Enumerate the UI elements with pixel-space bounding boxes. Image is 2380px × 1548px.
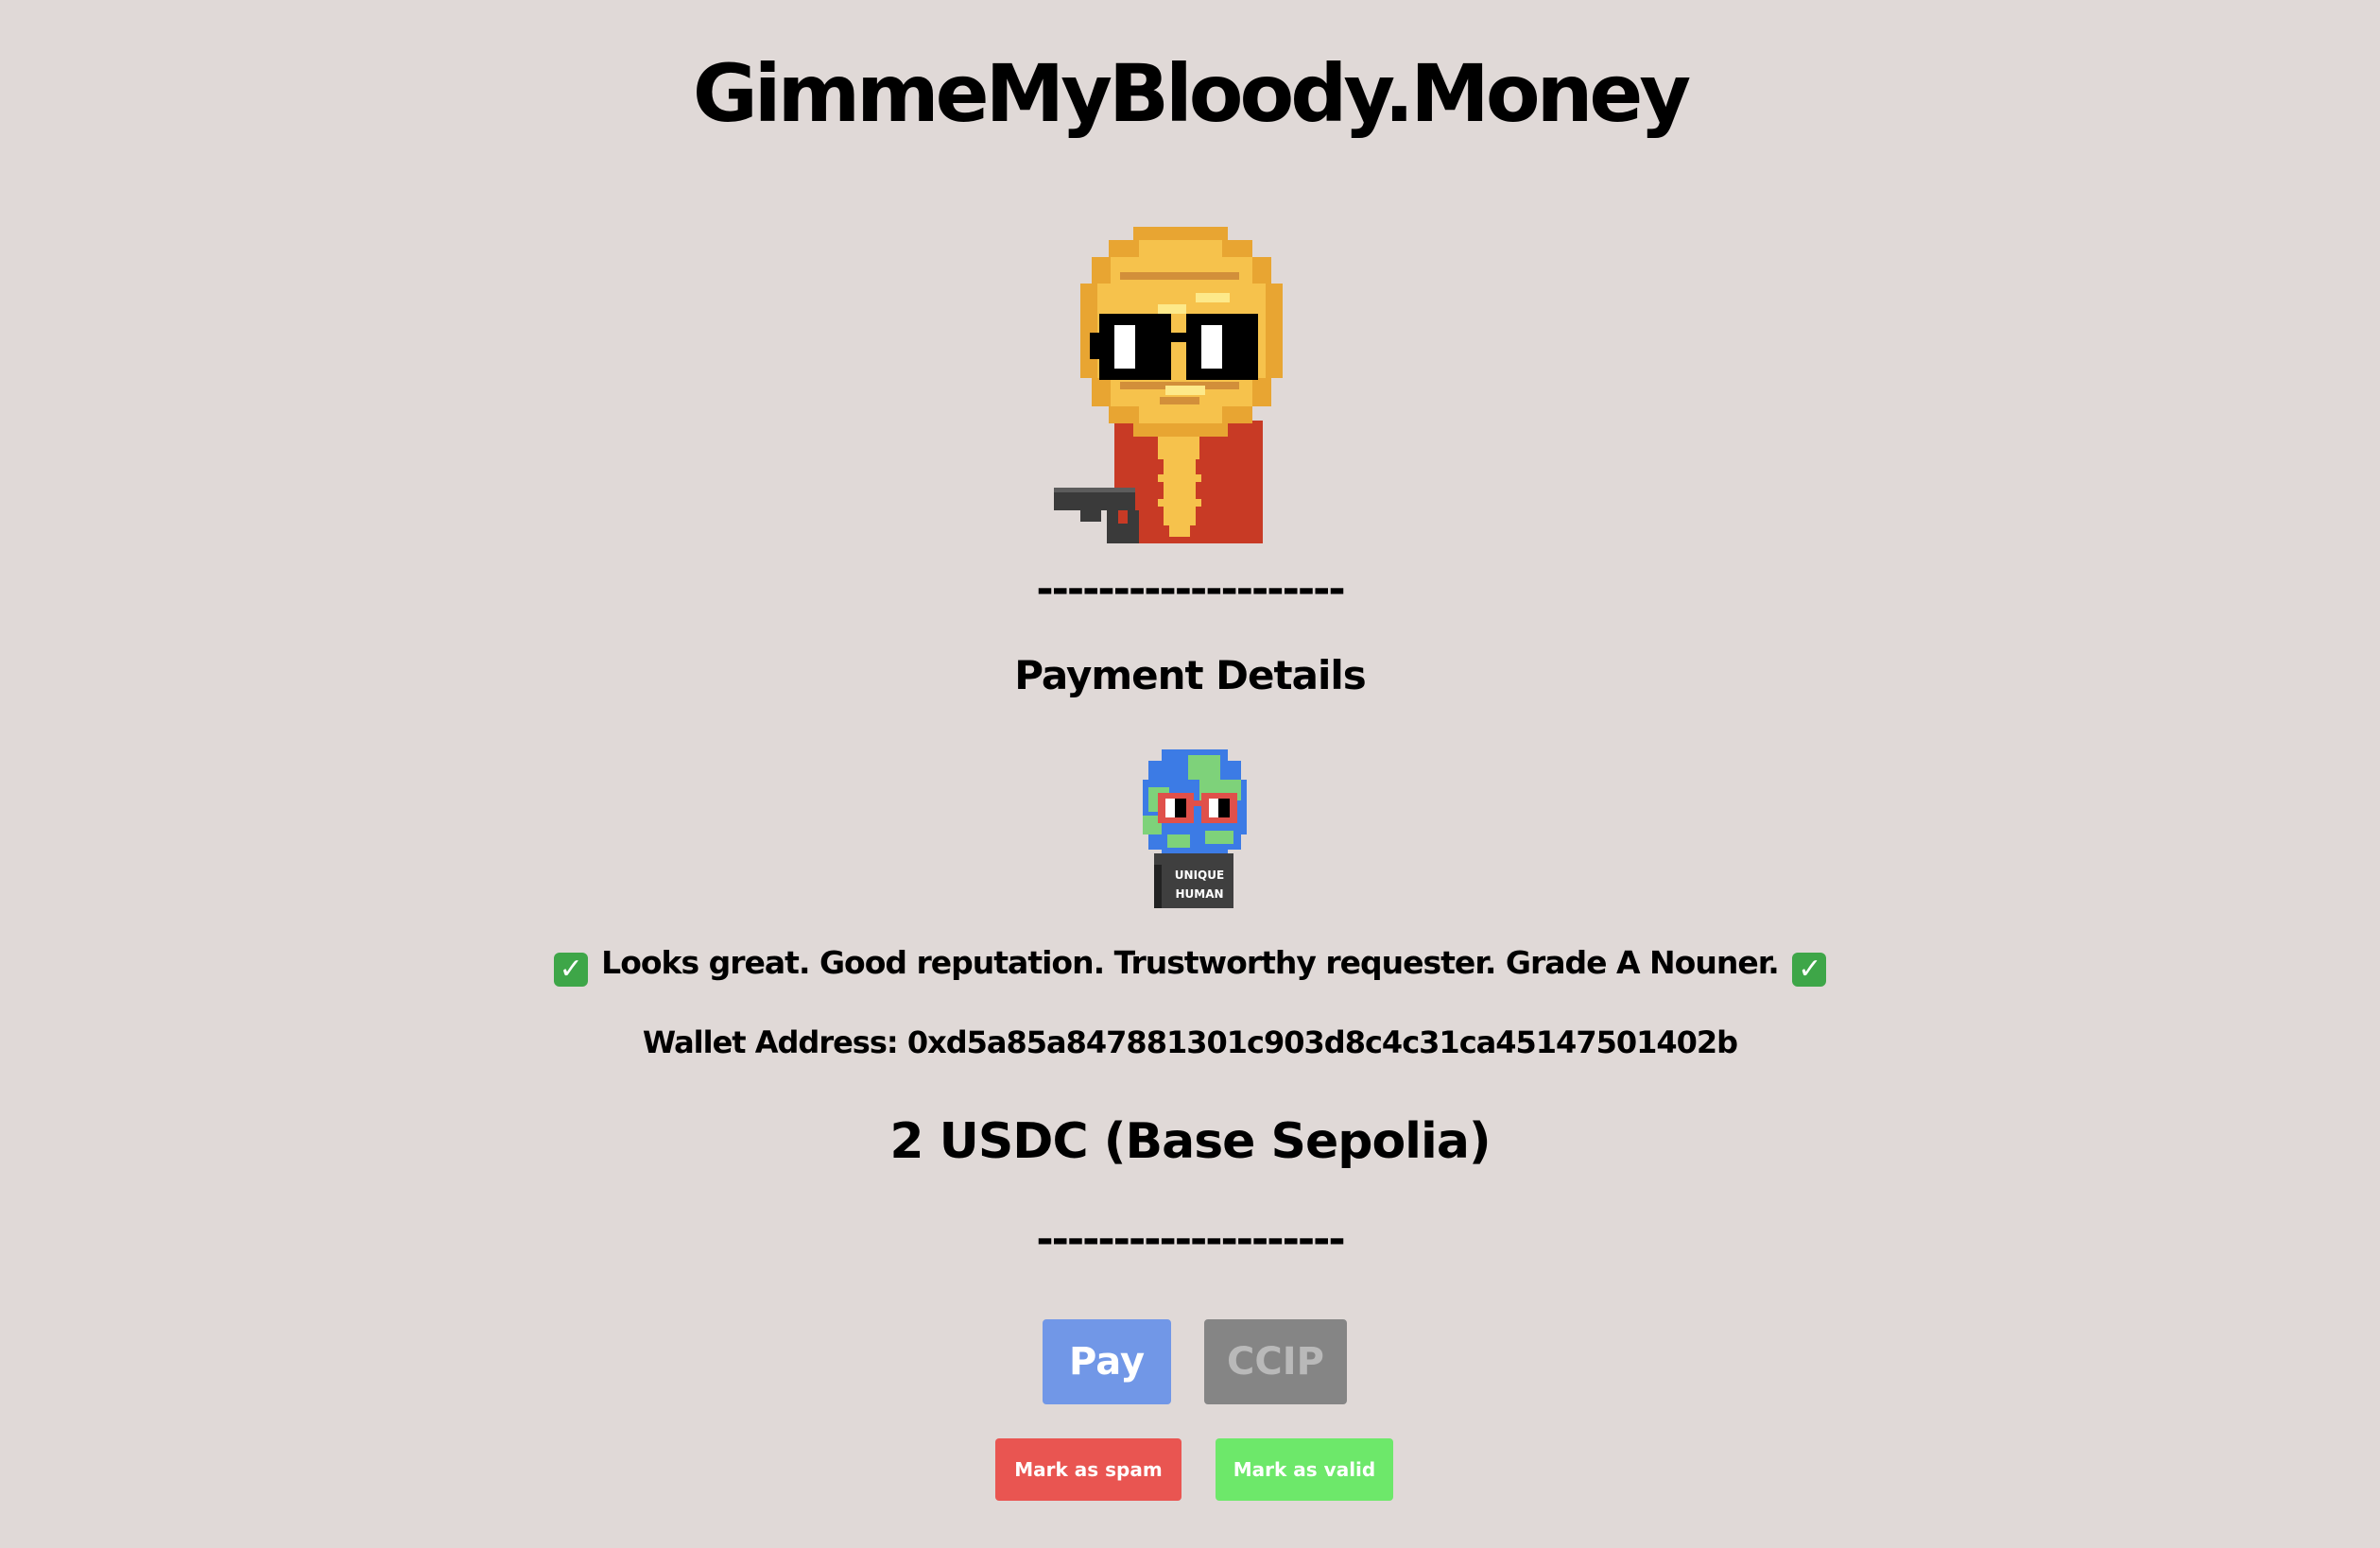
reputation-line: ✓ Looks great. Good reputation. Trustwor… — [0, 944, 2380, 987]
mark-as-valid-button[interactable]: Mark as valid — [1216, 1438, 1393, 1501]
bottom-divider: -------------------- — [1036, 1215, 1345, 1264]
payment-page: GimmeMyBloody.Money --------------------… — [0, 0, 2380, 1548]
check-mark-icon: ✓ — [553, 953, 588, 987]
pay-button[interactable]: Pay — [1043, 1319, 1171, 1404]
ccip-button[interactable]: CCIP — [1204, 1319, 1347, 1404]
wallet-address: Wallet Address: 0xd5a85a847881301c903d8c… — [642, 1024, 1738, 1060]
site-title: GimmeMyBloody.Money — [692, 47, 1691, 140]
badge-text-unique: UNIQUE — [1175, 869, 1224, 882]
check-mark-icon: ✓ — [1792, 953, 1827, 987]
coin-mascot-icon — [1054, 227, 1283, 543]
top-divider: -------------------- — [1036, 565, 1345, 613]
payment-amount: 2 USDC (Base Sepolia) — [889, 1113, 1491, 1170]
badge-text-human: HUMAN — [1175, 887, 1223, 901]
unique-human-badge-icon: UNIQUE HUMAN — [1143, 749, 1247, 908]
payment-details-heading: Payment Details — [1014, 652, 1367, 698]
reputation-text: Looks great. Good reputation. Trustworth… — [601, 944, 1780, 981]
mark-as-spam-button[interactable]: Mark as spam — [995, 1438, 1181, 1501]
